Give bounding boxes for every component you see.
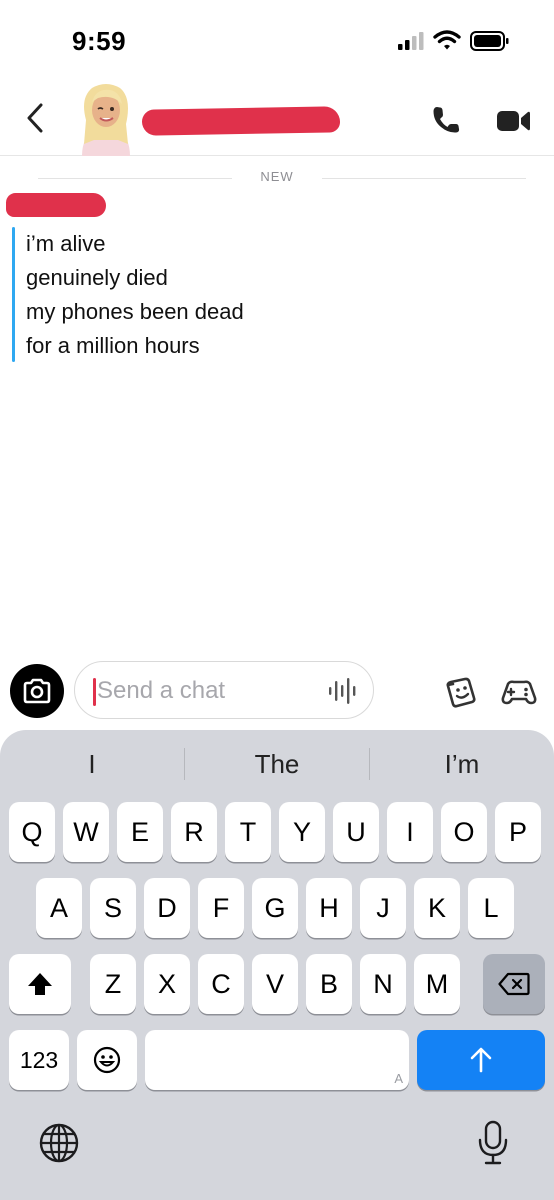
battery-icon xyxy=(470,31,509,51)
wifi-icon xyxy=(433,30,461,50)
phone-icon xyxy=(433,107,460,133)
new-messages-divider: NEW xyxy=(0,168,554,188)
bitmoji-avatar[interactable] xyxy=(76,80,136,156)
chat-input-field[interactable] xyxy=(74,661,374,719)
new-label: NEW xyxy=(260,169,294,184)
arrow-up-icon xyxy=(470,1047,492,1073)
message-line: for a million hours xyxy=(26,333,200,358)
key[interactable]: H xyxy=(306,878,352,938)
key[interactable]: A xyxy=(36,878,82,938)
status-bar: 9:59 xyxy=(0,0,554,80)
voice-waveform-icon[interactable] xyxy=(327,677,361,705)
key[interactable]: V xyxy=(252,954,298,1014)
key[interactable]: G xyxy=(252,878,298,938)
sticker-icon[interactable] xyxy=(443,676,479,708)
call-button[interactable] xyxy=(428,102,464,138)
key[interactable]: N xyxy=(360,954,406,1014)
shift-arrow-icon xyxy=(28,973,52,995)
message-line: my phones been dead xyxy=(26,299,244,324)
suggestion-item[interactable]: I xyxy=(0,742,184,786)
video-camera-icon xyxy=(497,111,530,131)
video-call-button[interactable] xyxy=(494,104,532,138)
cellular-signal-icon xyxy=(398,32,424,50)
text-cursor xyxy=(93,678,96,706)
shift-key[interactable] xyxy=(9,954,71,1014)
key[interactable]: O xyxy=(441,802,487,862)
emoji-icon xyxy=(93,1046,121,1074)
key[interactable]: F xyxy=(198,878,244,938)
key[interactable]: B xyxy=(306,954,352,1014)
keyboard: I The I’m Q W E R T Y U I O P A S D F G … xyxy=(0,730,554,1200)
status-time: 9:59 xyxy=(72,26,127,56)
microphone-icon[interactable] xyxy=(476,1120,510,1166)
message-line: i’m alive xyxy=(26,231,106,256)
space-key-hint: A xyxy=(394,1071,403,1086)
send-key[interactable] xyxy=(417,1030,545,1090)
suggestion-item[interactable]: The xyxy=(185,742,369,786)
sender-name-redaction xyxy=(6,193,106,217)
globe-icon[interactable] xyxy=(38,1122,80,1164)
emoji-key[interactable] xyxy=(77,1030,137,1090)
key[interactable]: I xyxy=(387,802,433,862)
chat-input[interactable] xyxy=(97,672,317,710)
space-key[interactable]: A xyxy=(145,1030,409,1090)
backspace-icon xyxy=(498,972,530,996)
key[interactable]: T xyxy=(225,802,271,862)
divider-line xyxy=(322,178,526,179)
message-line: genuinely died xyxy=(26,265,168,290)
predictive-suggestions: I The I’m xyxy=(0,742,554,786)
key[interactable]: Z xyxy=(90,954,136,1014)
composer-row xyxy=(0,652,554,728)
key[interactable]: U xyxy=(333,802,379,862)
key[interactable]: S xyxy=(90,878,136,938)
suggestion-item[interactable]: I’m xyxy=(370,742,554,786)
key[interactable]: E xyxy=(117,802,163,862)
back-button[interactable] xyxy=(18,100,52,136)
camera-button[interactable] xyxy=(10,664,64,718)
divider-line xyxy=(38,178,232,179)
chevron-left-icon xyxy=(27,103,43,133)
contact-name-redaction[interactable] xyxy=(141,106,341,136)
key[interactable]: R xyxy=(171,802,217,862)
key[interactable]: J xyxy=(360,878,406,938)
game-controller-icon[interactable] xyxy=(500,676,538,708)
key[interactable]: M xyxy=(414,954,460,1014)
key[interactable]: C xyxy=(198,954,244,1014)
camera-icon xyxy=(23,678,51,704)
delete-key[interactable] xyxy=(483,954,545,1014)
key[interactable]: X xyxy=(144,954,190,1014)
numbers-key[interactable]: 123 xyxy=(9,1030,69,1090)
key[interactable]: K xyxy=(414,878,460,938)
key[interactable]: W xyxy=(63,802,109,862)
key[interactable]: Y xyxy=(279,802,325,862)
message-accent-bar xyxy=(12,227,15,362)
key[interactable]: D xyxy=(144,878,190,938)
key[interactable]: L xyxy=(468,878,514,938)
chat-header xyxy=(0,80,554,156)
key[interactable]: Q xyxy=(9,802,55,862)
key[interactable]: P xyxy=(495,802,541,862)
message-block[interactable]: i’m alive genuinely died my phones been … xyxy=(12,227,512,362)
